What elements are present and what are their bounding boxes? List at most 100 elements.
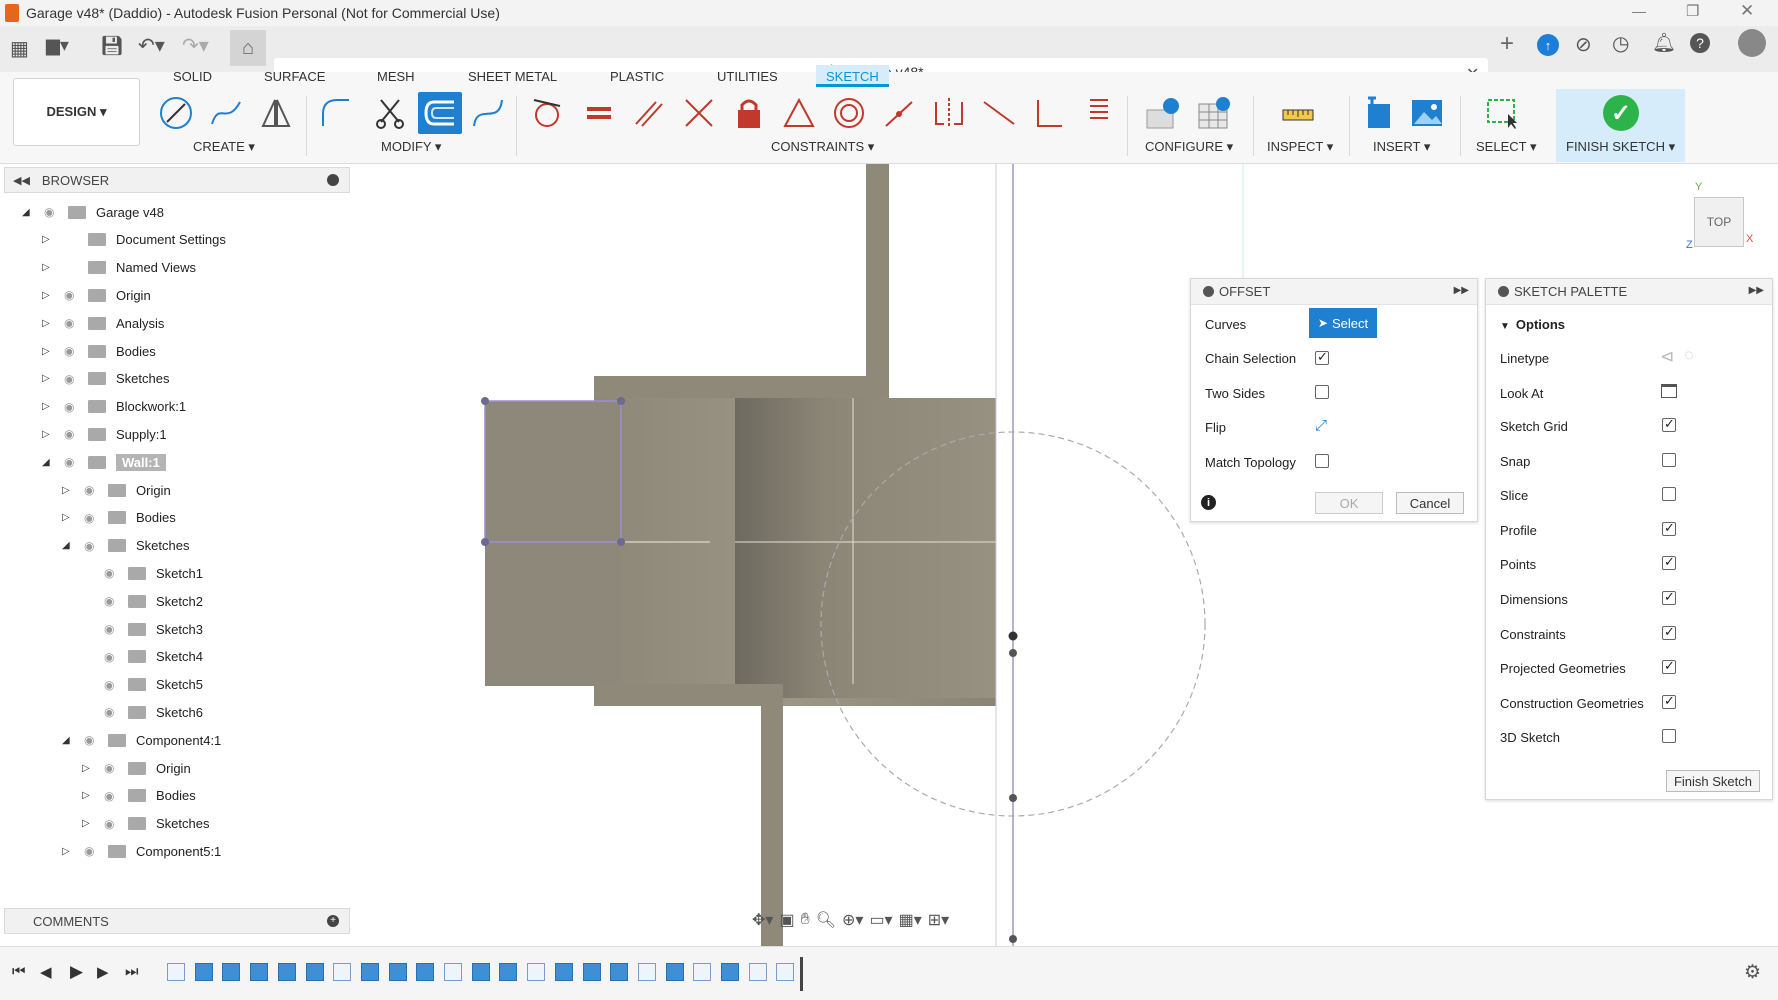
visibility-eye-icon[interactable]: ◉ xyxy=(84,539,104,553)
browser-item[interactable]: ◉ Sketch2 xyxy=(82,590,203,612)
expand-arrow-icon[interactable]: ▷ xyxy=(82,790,102,801)
visibility-eye-icon[interactable]: ◉ xyxy=(84,483,104,497)
timeline-feature-icon[interactable] xyxy=(194,963,213,981)
palette-collapse-icon[interactable] xyxy=(1498,286,1509,297)
browser-item[interactable]: ▷ ◉ Origin xyxy=(62,479,171,501)
options-section[interactable]: ▼ Options xyxy=(1500,317,1565,332)
equal-constraint-icon[interactable] xyxy=(580,94,618,132)
restore-button[interactable]: ❐ xyxy=(1686,2,1699,20)
visibility-eye-icon[interactable]: ◉ xyxy=(104,650,124,664)
two-sides-checkbox[interactable] xyxy=(1315,385,1329,399)
visibility-eye-icon[interactable]: ◉ xyxy=(64,288,84,302)
visibility-eye-icon[interactable]: ◉ xyxy=(64,455,84,469)
palette-option-checkbox[interactable] xyxy=(1662,416,1676,432)
visibility-eye-icon[interactable]: ◉ xyxy=(104,678,124,692)
trim-scissors-icon[interactable] xyxy=(371,94,409,132)
tab-utilities[interactable]: UTILITIES xyxy=(717,69,778,91)
timeline-feature-icon[interactable] xyxy=(610,963,629,981)
sketch-palette-header[interactable]: SKETCH PALETTE ▶▶ xyxy=(1486,279,1772,305)
window-select-icon[interactable] xyxy=(1484,94,1522,132)
tab-plastic[interactable]: PLASTIC xyxy=(610,69,664,91)
expand-arrow-icon[interactable]: ▷ xyxy=(42,262,62,273)
timeline-feature-icon[interactable] xyxy=(582,963,601,981)
visibility-eye-icon[interactable]: ◉ xyxy=(64,427,84,441)
expand-arrow-icon[interactable]: ▷ xyxy=(42,401,62,412)
tab-solid[interactable]: SOLID xyxy=(173,69,212,91)
finish-sketch-menu[interactable]: FINISH SKETCH ▾ xyxy=(1566,139,1675,155)
browser-item[interactable]: ▷ ◉ Component5:1 xyxy=(62,840,221,862)
tab-surface[interactable]: SURFACE xyxy=(264,69,325,91)
timeline-feature-icon[interactable] xyxy=(305,963,324,981)
coincident-constraint-icon[interactable] xyxy=(880,94,918,132)
timeline-feature-icon[interactable] xyxy=(167,963,185,981)
visibility-eye-icon[interactable]: ◉ xyxy=(84,511,104,525)
browser-item[interactable]: ▷◉Named Views xyxy=(42,257,196,279)
timeline-feature-icon[interactable] xyxy=(471,963,490,981)
expand-arrow-icon[interactable]: ▷ xyxy=(62,485,82,496)
browser-item[interactable]: ◢ ◉ Component4:1 xyxy=(62,729,221,751)
pan-hand-icon[interactable]: ✋︎ xyxy=(801,911,810,929)
close-window-button[interactable]: ✕ xyxy=(1740,1,1754,21)
collinear-constraint-icon[interactable] xyxy=(980,94,1018,132)
timeline-feature-icon[interactable] xyxy=(693,963,712,981)
centerline-linetype-icon[interactable]: ◌ xyxy=(1684,347,1694,365)
timeline-feature-icon[interactable] xyxy=(499,963,518,981)
timeline-feature-icon[interactable] xyxy=(416,963,435,981)
browser-item[interactable]: ▷ ◉ Bodies xyxy=(62,507,176,529)
expand-arrow-icon[interactable]: ◢ xyxy=(22,207,42,218)
expand-arrow-icon[interactable]: ◢ xyxy=(42,457,62,468)
help-icon[interactable]: ? xyxy=(1690,33,1710,53)
curves-select-button[interactable]: ➤ Select xyxy=(1309,308,1377,338)
modify-menu[interactable]: MODIFY ▾ xyxy=(381,139,441,155)
browser-item[interactable]: ▷ ◉ Sketches xyxy=(82,813,209,835)
expand-arrow-icon[interactable]: ▷ xyxy=(82,763,102,774)
offset-header[interactable]: OFFSET ▶▶ xyxy=(1191,279,1477,305)
expand-arrow-icon[interactable]: ▷ xyxy=(42,346,62,357)
zoom-icon[interactable]: 🔍︎ xyxy=(816,910,836,930)
browser-item[interactable]: ▷ ◉ Origin xyxy=(82,757,191,779)
tab-mesh[interactable]: MESH xyxy=(377,69,415,91)
visibility-eye-icon[interactable]: ◉ xyxy=(104,761,124,775)
horizontal-vertical-constraint-icon[interactable] xyxy=(1030,94,1068,132)
browser-item[interactable]: ▷ ◉ Bodies xyxy=(42,340,156,362)
inspect-menu[interactable]: INSPECT ▾ xyxy=(1267,139,1333,155)
dimension-constraint-icon[interactable] xyxy=(1080,94,1118,132)
browser-header[interactable]: ◀◀ BROWSER xyxy=(4,167,350,193)
info-icon[interactable]: i xyxy=(1201,495,1216,510)
browser-minimize-icon[interactable] xyxy=(327,174,339,186)
expand-arrow-icon[interactable]: ▷ xyxy=(42,318,62,329)
insert-derive-icon[interactable] xyxy=(1360,94,1398,132)
palette-option-checkbox[interactable] xyxy=(1662,520,1676,536)
visibility-eye-icon[interactable]: ◉ xyxy=(64,400,84,414)
browser-item[interactable]: ◉ Sketch1 xyxy=(82,562,203,584)
timeline-feature-icon[interactable] xyxy=(222,963,241,981)
expand-arrow-icon[interactable]: ◢ xyxy=(62,540,82,551)
data-panel-grid-icon[interactable]: ▦ xyxy=(10,36,29,61)
timeline-feature-icon[interactable] xyxy=(637,963,656,981)
spline-tool-icon[interactable] xyxy=(207,94,245,132)
finish-sketch-button[interactable]: Finish Sketch xyxy=(1666,770,1760,792)
visibility-eye-icon[interactable]: ◉ xyxy=(104,789,124,803)
timeline-feature-icon[interactable] xyxy=(444,963,462,981)
browser-item[interactable]: ◢ ◉ Garage v48 xyxy=(22,201,164,223)
cancel-button[interactable]: Cancel xyxy=(1396,492,1464,514)
timeline-marker[interactable] xyxy=(800,957,803,991)
workspace-switcher[interactable]: DESIGN ▾ xyxy=(13,78,140,146)
timeline-feature-icon[interactable] xyxy=(554,963,573,981)
timeline-start-icon[interactable]: ⏮ xyxy=(12,963,26,980)
visibility-eye-icon[interactable]: ◉ xyxy=(104,594,124,608)
file-menu-icon[interactable]: ▆▾ xyxy=(46,35,69,56)
notifications-icon[interactable]: 🔔︎ xyxy=(1652,31,1676,55)
configure-menu[interactable]: CONFIGURE ▾ xyxy=(1145,139,1233,155)
match-topology-checkbox[interactable] xyxy=(1315,454,1329,468)
fillet-tool-icon[interactable] xyxy=(317,94,355,132)
save-icon[interactable]: 💾︎ xyxy=(100,34,124,58)
expand-arrow-icon[interactable]: ▷ xyxy=(62,846,82,857)
timeline-feature-icon[interactable] xyxy=(360,963,379,981)
expand-arrow-icon[interactable]: ▷ xyxy=(42,234,62,245)
concentric-constraint-icon[interactable] xyxy=(830,94,868,132)
expand-arrow-icon[interactable]: ▷ xyxy=(42,429,62,440)
timeline-feature-icon[interactable] xyxy=(665,963,684,981)
visibility-eye-icon[interactable]: ◉ xyxy=(44,205,64,219)
palette-expand-icon[interactable]: ▶▶ xyxy=(1749,285,1764,296)
